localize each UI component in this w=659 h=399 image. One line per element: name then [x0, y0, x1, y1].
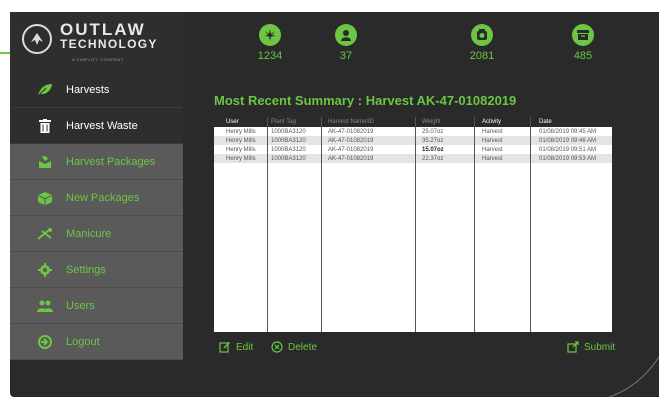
brand-name-line1: OUTLAW — [60, 20, 146, 39]
stat-value: 2081 — [469, 50, 495, 62]
cell-date: 01/08/2019 09:46 AM — [539, 137, 597, 144]
brand-tagline: A SIMPLIFY COMPANY — [72, 57, 124, 62]
scale-icon — [471, 24, 493, 46]
brand-logo: OUTLAW TECHNOLOGY A SIMPLIFY COMPANY — [22, 20, 172, 62]
archive-icon — [572, 24, 594, 46]
column-divider — [214, 117, 268, 332]
column-divider — [322, 117, 416, 332]
users-icon — [36, 297, 54, 315]
stat-value: 37 — [339, 50, 353, 62]
cannabis-leaf-icon — [259, 24, 281, 46]
sidebar-item-users[interactable]: Users — [10, 288, 183, 324]
sidebar-item-manicure[interactable]: Manicure — [10, 216, 183, 252]
submit-button[interactable]: Submit — [567, 341, 615, 353]
trash-icon — [36, 117, 54, 135]
stat-weight: 2081 — [452, 24, 512, 62]
page-title: Most Recent Summary : Harvest AK-47-0108… — [214, 93, 517, 108]
leaf-icon — [36, 81, 54, 99]
edit-label: Edit — [236, 341, 254, 353]
sidebar-item-new-packages[interactable]: New Packages — [10, 180, 183, 216]
delete-button[interactable]: Delete — [271, 341, 317, 353]
logout-icon — [36, 333, 54, 351]
sidebar-nav: Harvests Harvest Waste Harvest Packages … — [10, 72, 183, 360]
sidebar-item-label: Settings — [66, 263, 106, 276]
corner-decoration — [608, 357, 659, 397]
gear-icon — [36, 261, 54, 279]
stat-users: 37 — [316, 24, 376, 62]
sidebar-item-logout[interactable]: Logout — [10, 324, 183, 360]
package-icon — [36, 153, 54, 171]
sidebar-item-label: Logout — [66, 335, 100, 348]
user-icon — [335, 24, 357, 46]
delete-label: Delete — [288, 341, 317, 353]
column-header-date[interactable]: Date — [539, 119, 552, 125]
stat-harvests: 1234 — [240, 24, 300, 62]
edit-icon — [219, 341, 231, 353]
delete-icon — [271, 341, 283, 353]
cell-date: 01/08/2019 09:53 AM — [539, 155, 597, 162]
submit-icon — [567, 341, 579, 353]
sidebar-item-settings[interactable]: Settings — [10, 252, 183, 288]
sidebar-item-harvests[interactable]: Harvests — [10, 72, 183, 108]
sidebar-item-label: Manicure — [66, 227, 112, 240]
logo-icon — [22, 24, 52, 54]
sidebar-item-label: Users — [66, 299, 95, 312]
summary-table: User Plant Tag Harvest Name/ID Weight Ac… — [214, 117, 612, 332]
sidebar-item-label: Harvest Packages — [66, 155, 156, 168]
brand-name-line2: TECHNOLOGY — [60, 37, 158, 51]
box-icon — [36, 189, 54, 207]
column-divider — [416, 117, 475, 332]
stat-value: 485 — [573, 50, 593, 62]
cell-date: 01/08/2019 09:45 AM — [539, 128, 597, 135]
sidebar-item-label: Harvest Waste — [66, 119, 138, 132]
sidebar-item-harvest-waste[interactable]: Harvest Waste — [10, 108, 183, 144]
stat-value: 1234 — [257, 50, 283, 62]
sidebar-item-label: Harvests — [66, 83, 110, 96]
cell-date: 01/08/2019 09:51 AM — [539, 146, 597, 153]
submit-label: Submit — [584, 341, 616, 353]
edit-button[interactable]: Edit — [219, 341, 253, 353]
column-divider — [268, 117, 322, 332]
stat-packages: 485 — [553, 24, 613, 62]
sidebar-item-harvest-packages[interactable]: Harvest Packages — [10, 144, 183, 180]
scissors-icon — [36, 225, 54, 243]
sidebar-item-label: New Packages — [66, 191, 140, 204]
column-divider — [475, 117, 531, 332]
